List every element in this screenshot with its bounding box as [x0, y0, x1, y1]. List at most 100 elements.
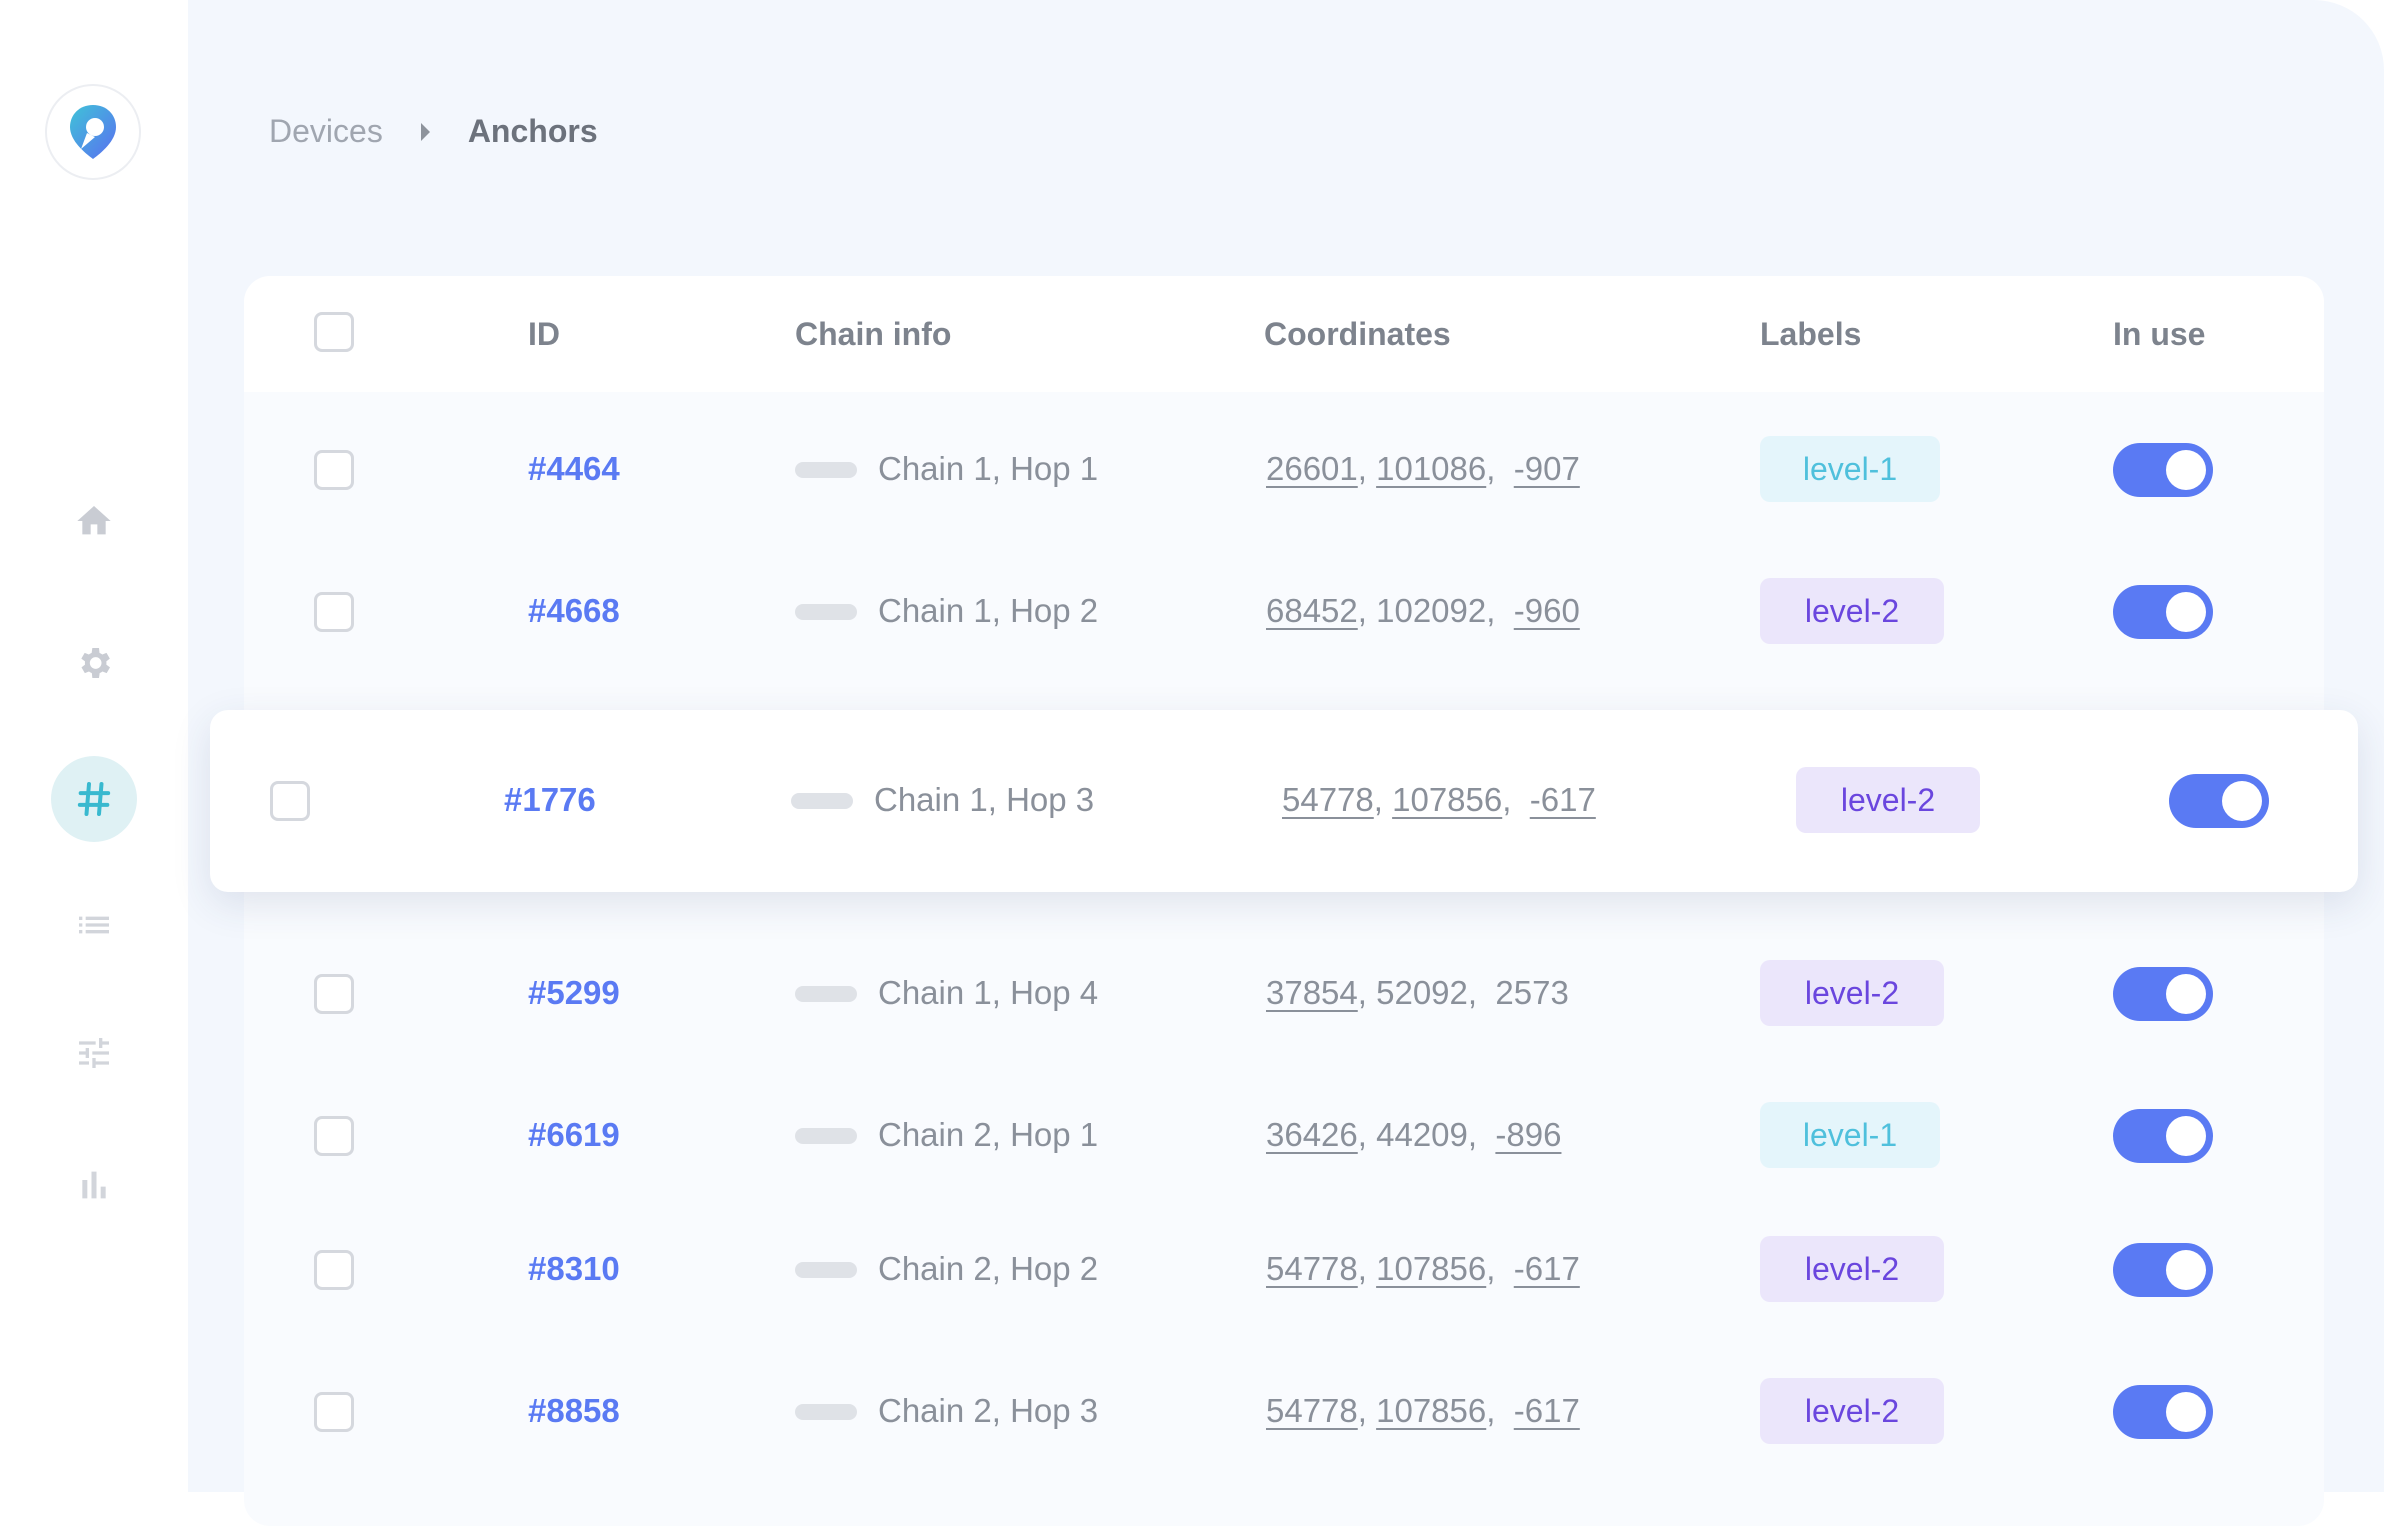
anchor-id[interactable]: #6619 — [528, 1116, 620, 1154]
coord-x[interactable]: 26601 — [1266, 450, 1358, 487]
list-icon — [79, 916, 109, 934]
anchor-id[interactable]: #8310 — [528, 1250, 620, 1288]
label-badge[interactable]: level-2 — [1760, 578, 1944, 644]
nav-stats[interactable] — [51, 1142, 137, 1228]
row-checkbox[interactable] — [314, 1116, 354, 1156]
toggle-knob — [2166, 592, 2206, 632]
coord-y: 102092 — [1376, 592, 1487, 629]
in-use-toggle[interactable] — [2113, 1109, 2213, 1163]
nav-list[interactable] — [51, 882, 137, 968]
chain-info: Chain 1, Hop 3 — [874, 781, 1095, 818]
anchor-id[interactable]: #4464 — [528, 450, 620, 488]
column-header-in-use[interactable]: In use — [2113, 316, 2205, 353]
coord-x[interactable]: 54778 — [1266, 1392, 1358, 1429]
table-row[interactable]: #8858 Chain 2, Hop 3 54778, 107856, -617… — [244, 1342, 2324, 1482]
coord-y: 52092 — [1376, 974, 1468, 1011]
chain-status-pill — [795, 1404, 857, 1420]
table-row[interactable]: #8310 Chain 2, Hop 2 54778, 107856, -617… — [244, 1200, 2324, 1340]
bar-chart-icon — [82, 1171, 106, 1199]
chain-status-pill — [795, 462, 857, 478]
label-badge[interactable]: level-2 — [1760, 1378, 1944, 1444]
label-badge[interactable]: level-2 — [1760, 1236, 1944, 1302]
toggle-knob — [2166, 1250, 2206, 1290]
coord-z[interactable]: -896 — [1495, 1116, 1561, 1153]
anchor-id[interactable]: #1776 — [504, 781, 596, 819]
toggle-knob — [2166, 1392, 2206, 1432]
chain-status-pill — [791, 793, 853, 809]
sidebar — [0, 0, 188, 1492]
nav-home[interactable] — [51, 478, 137, 564]
in-use-toggle[interactable] — [2113, 443, 2213, 497]
row-checkbox[interactable] — [314, 450, 354, 490]
coord-y[interactable]: 107856 — [1392, 781, 1502, 818]
row-checkbox[interactable] — [314, 1250, 354, 1290]
label-badge[interactable]: level-1 — [1760, 1102, 1940, 1168]
chain-info: Chain 1, Hop 4 — [878, 974, 1099, 1011]
in-use-toggle[interactable] — [2113, 1243, 2213, 1297]
breadcrumb-devices[interactable]: Devices — [269, 113, 383, 150]
coord-x[interactable]: 54778 — [1266, 1250, 1358, 1287]
in-use-toggle[interactable] — [2169, 774, 2269, 828]
hash-icon — [77, 782, 111, 816]
coord-x[interactable]: 36426 — [1266, 1116, 1358, 1153]
coord-x[interactable]: 68452 — [1266, 592, 1358, 629]
chain-info: Chain 2, Hop 1 — [878, 1116, 1099, 1153]
nav-anchors[interactable] — [51, 756, 137, 842]
coord-z: 2573 — [1495, 974, 1569, 1011]
anchor-id[interactable]: #5299 — [528, 974, 620, 1012]
column-header-coordinates[interactable]: Coordinates — [1264, 316, 1451, 353]
row-checkbox[interactable] — [314, 1392, 354, 1432]
chevron-right-icon — [420, 122, 430, 141]
coord-z[interactable]: -617 — [1514, 1250, 1580, 1287]
coordinates: 26601, 101086, -907 — [1266, 450, 1580, 487]
in-use-toggle[interactable] — [2113, 585, 2213, 639]
anchor-id[interactable]: #4668 — [528, 592, 620, 630]
breadcrumb-anchors: Anchors — [467, 113, 598, 149]
coord-z[interactable]: -617 — [1530, 781, 1596, 818]
chain-status-pill — [795, 1128, 857, 1144]
table-row[interactable]: #4668 Chain 1, Hop 2 68452, 102092, -960… — [244, 542, 2324, 682]
main-content: Devices Anchors ID Chain info Coordinate… — [188, 0, 2384, 1526]
label-badge[interactable]: level-2 — [1796, 767, 1980, 833]
coord-z[interactable]: -907 — [1514, 450, 1580, 487]
column-header-id[interactable]: ID — [528, 316, 560, 353]
coord-x[interactable]: 54778 — [1282, 781, 1374, 818]
row-checkbox[interactable] — [314, 974, 354, 1014]
select-all-checkbox[interactable] — [314, 312, 354, 352]
in-use-toggle[interactable] — [2113, 967, 2213, 1021]
breadcrumb: Devices Anchors — [269, 113, 598, 150]
toggle-knob — [2166, 974, 2206, 1014]
nav-sliders[interactable] — [51, 1010, 137, 1096]
coord-x[interactable]: 37854 — [1266, 974, 1358, 1011]
chain-status-pill — [795, 604, 857, 620]
coord-z[interactable]: -960 — [1514, 592, 1580, 629]
chain-info: Chain 1, Hop 1 — [878, 450, 1099, 487]
anchor-id[interactable]: #8858 — [528, 1392, 620, 1430]
coordinates: 68452, 102092, -960 — [1266, 592, 1580, 629]
coordinates: 54778, 107856, -617 — [1266, 1392, 1580, 1429]
table-row[interactable]: #6619 Chain 2, Hop 1 36426, 44209, -896 … — [244, 1066, 2324, 1206]
coord-z[interactable]: -617 — [1514, 1392, 1580, 1429]
coord-y[interactable]: 107856 — [1376, 1250, 1486, 1287]
coord-y[interactable]: 101086 — [1376, 450, 1486, 487]
label-badge[interactable]: level-1 — [1760, 436, 1940, 502]
table-row[interactable]: #5299 Chain 1, Hop 4 37854, 52092, 2573 … — [244, 924, 2324, 1064]
table-row[interactable]: #4464 Chain 1, Hop 1 26601, 101086, -907… — [244, 400, 2324, 540]
column-header-labels[interactable]: Labels — [1760, 316, 1861, 353]
column-header-chain[interactable]: Chain info — [795, 316, 951, 353]
chain-info: Chain 2, Hop 3 — [878, 1392, 1099, 1429]
in-use-toggle[interactable] — [2113, 1385, 2213, 1439]
label-badge[interactable]: level-2 — [1760, 960, 1944, 1026]
map-pin-icon — [70, 105, 116, 159]
toggle-knob — [2166, 1116, 2206, 1156]
table-header: ID Chain info Coordinates Labels In use — [244, 276, 2324, 392]
row-checkbox[interactable] — [270, 781, 310, 821]
nav-settings[interactable] — [51, 620, 137, 706]
coordinates: 54778, 107856, -617 — [1282, 781, 1596, 818]
chain-status-pill — [795, 986, 857, 1002]
coord-y[interactable]: 107856 — [1376, 1392, 1486, 1429]
table-row-highlighted[interactable]: #1776 Chain 1, Hop 3 54778, 107856, -617… — [210, 710, 2358, 892]
row-checkbox[interactable] — [314, 592, 354, 632]
map-pin-logo[interactable] — [45, 84, 141, 180]
toggle-knob — [2222, 781, 2262, 821]
